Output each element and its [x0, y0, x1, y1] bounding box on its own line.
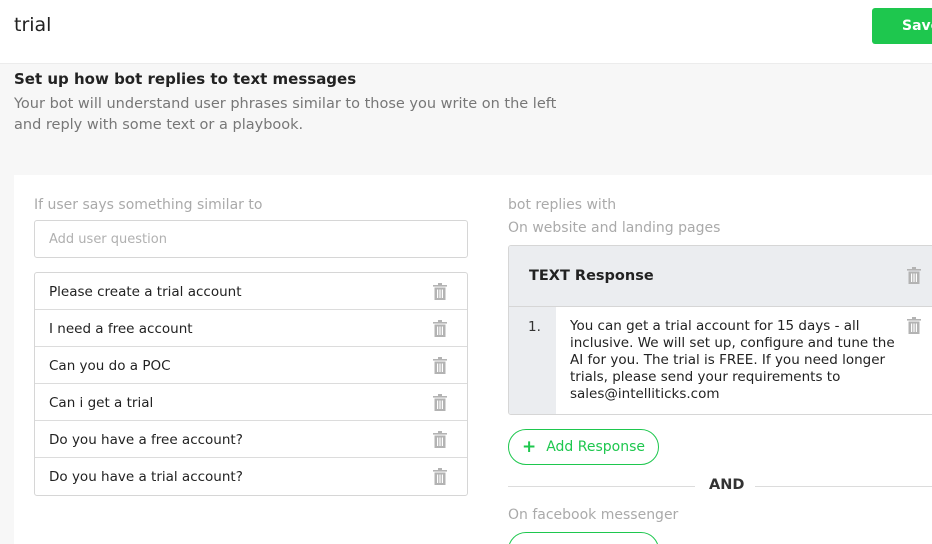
phrase-text: I need a free account — [49, 321, 193, 337]
section-description: Your bot will understand user phrases si… — [14, 96, 557, 133]
phrase-row[interactable]: Please create a trial account — [35, 273, 467, 310]
phrase-row[interactable]: Can i get a trial — [35, 384, 467, 421]
phrase-text: Can you do a POC — [49, 358, 171, 374]
bot-replies-label: bot replies with — [508, 197, 617, 213]
plus-icon: + — [521, 436, 537, 457]
bot-name[interactable]: trial — [14, 14, 51, 36]
user-question-input[interactable] — [34, 220, 468, 258]
add-response-label: Add Response — [546, 439, 646, 455]
phrase-list: Please create a trial account I need a f… — [34, 272, 468, 496]
phrase-row[interactable]: Do you have a trial account? — [35, 458, 467, 495]
response-title: TEXT Response — [529, 268, 654, 284]
trash-icon[interactable] — [433, 468, 447, 485]
trash-icon[interactable] — [907, 267, 921, 284]
channel-facebook-label: On facebook messenger — [508, 507, 679, 523]
phrase-text: Do you have a trial account? — [49, 469, 243, 485]
trash-icon[interactable] — [907, 317, 921, 334]
trash-icon[interactable] — [433, 320, 447, 337]
phrase-text: Can i get a trial — [49, 395, 154, 411]
facebook-add-response-button[interactable] — [508, 532, 659, 544]
separator-line-left — [508, 486, 695, 487]
trash-icon[interactable] — [433, 357, 447, 374]
phrase-row[interactable]: I need a free account — [35, 310, 467, 347]
and-separator: AND — [709, 477, 745, 493]
response-card-header: TEXT Response — [509, 246, 932, 307]
section-title: Set up how bot replies to text messages — [14, 70, 357, 88]
user-says-label: If user says something similar to — [34, 197, 263, 213]
phrase-text: Please create a trial account — [49, 284, 242, 300]
separator-line-right — [755, 486, 932, 487]
response-number-gutter: 1. — [509, 307, 556, 414]
save-button[interactable]: Save — [872, 8, 932, 44]
phrase-row[interactable]: Do you have a free account? — [35, 421, 467, 458]
phrase-text: Do you have a free account? — [49, 432, 243, 448]
response-number: 1. — [528, 319, 541, 335]
text-response-card: TEXT Response 1. You can get a trial acc… — [508, 245, 932, 415]
trash-icon[interactable] — [433, 431, 447, 448]
response-text[interactable]: You can get a trial account for 15 days … — [570, 318, 905, 403]
trash-icon[interactable] — [433, 394, 447, 411]
trash-icon[interactable] — [433, 283, 447, 300]
channel-website-label: On website and landing pages — [508, 220, 721, 236]
phrase-row[interactable]: Can you do a POC — [35, 347, 467, 384]
top-bar: trial Save — [0, 0, 932, 64]
add-response-button[interactable]: + Add Response — [508, 429, 659, 465]
